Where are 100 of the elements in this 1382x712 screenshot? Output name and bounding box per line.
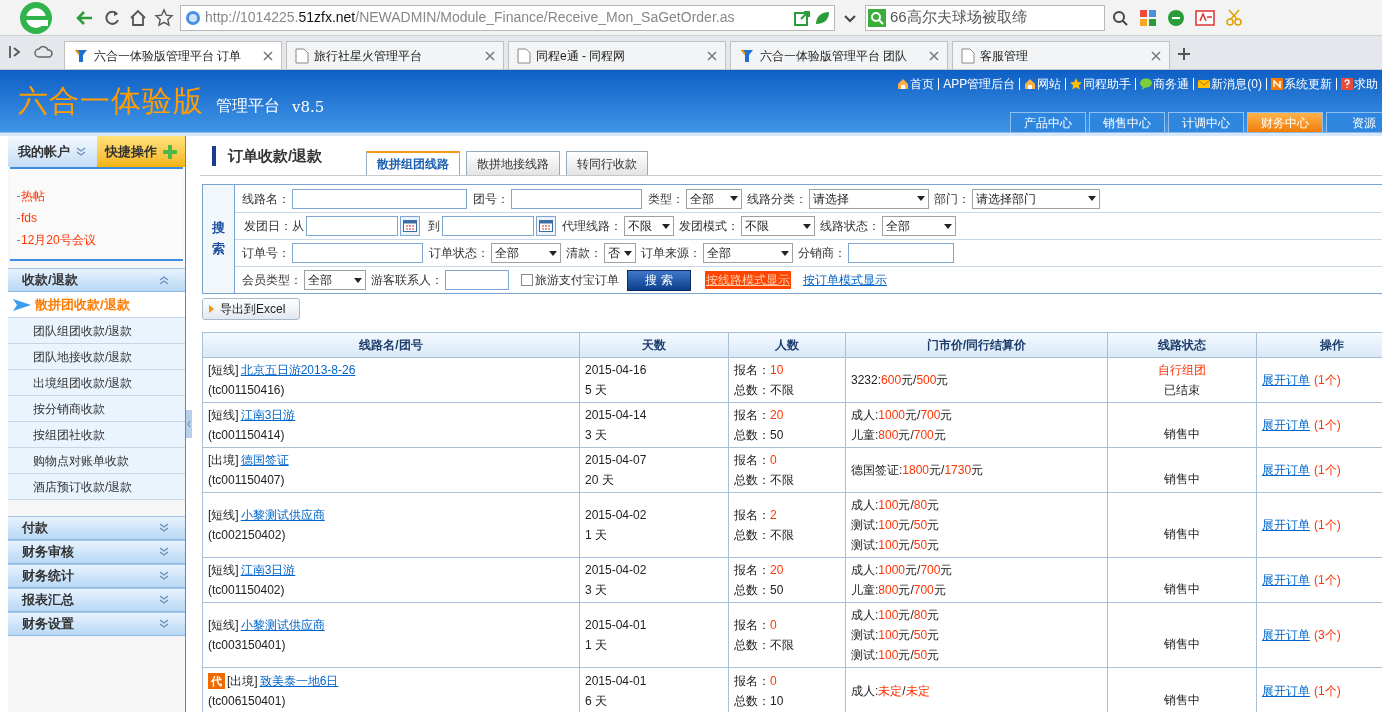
route-status: 销售中	[1164, 526, 1200, 543]
browser-tab[interactable]: 客服管理	[952, 41, 1170, 69]
header-link[interactable]: 首页	[893, 78, 939, 90]
dropdown[interactable]: 不限	[624, 216, 674, 236]
group-code: (tc002150402)	[208, 527, 286, 544]
header-link[interactable]: 商务通	[1135, 78, 1194, 90]
menu-item[interactable]: 按组团社收款	[8, 422, 185, 448]
search-field[interactable]: 66高尔夫球场被取缔	[865, 4, 1105, 31]
route-link[interactable]: 小黎测试供应商	[240, 505, 325, 525]
sidebar-tab[interactable]: 快捷操作	[96, 136, 185, 167]
browser-tab[interactable]: 同程e通 - 同程网	[508, 41, 726, 69]
route-type: [短线]	[208, 617, 239, 634]
menu-group[interactable]: 报表汇总	[8, 588, 185, 612]
page-tab[interactable]: 散拼地接线路	[466, 151, 561, 175]
header-link[interactable]: 网站	[1019, 78, 1066, 90]
route-type: [短线]	[208, 407, 239, 424]
expand-orders-link[interactable]: 展开订单	[1262, 626, 1310, 644]
menu-group[interactable]: 付款	[8, 516, 185, 540]
price-line: 成人:100元/80元	[851, 607, 940, 624]
page-tab[interactable]: 转同行收款	[566, 151, 649, 175]
departure-date: 2015-04-01	[585, 672, 647, 690]
field-label: 类型：	[648, 190, 684, 208]
route-status: 已结束	[1164, 382, 1200, 399]
nav-tab[interactable]: 计调中心	[1168, 112, 1244, 132]
total-label: 总数：	[734, 582, 770, 599]
dropdown[interactable]: 全部	[686, 188, 742, 209]
dropdown[interactable]: 请选择部门	[972, 188, 1100, 209]
dropdown[interactable]: 不限	[741, 216, 815, 236]
route-link[interactable]: 江南3日游	[240, 405, 296, 425]
browser-tab[interactable]: 旅行社星火管理平台	[286, 41, 504, 69]
notice-link[interactable]: 12月20号会议	[21, 231, 96, 249]
nav-tab[interactable]: 产品中心	[1010, 112, 1086, 132]
header-link[interactable]: 同程助手	[1065, 78, 1136, 90]
route-status: 销售中	[1164, 691, 1200, 709]
trip-days: 20 天	[585, 470, 614, 490]
nav-tab[interactable]: 销售中心	[1089, 112, 1165, 132]
menu-item[interactable]: 团队地接收款/退款	[8, 344, 185, 370]
notice-link[interactable]: 热帖	[21, 187, 45, 205]
dropdown[interactable]: 全部	[304, 270, 366, 290]
nav-tab[interactable]: 资源	[1326, 112, 1382, 132]
header-link[interactable]: 求助	[1336, 78, 1382, 90]
page-tab[interactable]: 散拼组团线路	[366, 151, 461, 175]
order-count: (1个)	[1314, 372, 1341, 389]
expand-orders-link[interactable]: 展开订单	[1262, 516, 1310, 534]
menu-item[interactable]: 按分销商收款	[8, 396, 185, 422]
route-status: 销售中	[1164, 471, 1200, 488]
dropdown[interactable]: 全部	[491, 243, 561, 263]
menu-group[interactable]: 财务设置	[8, 612, 185, 636]
expand-orders-link[interactable]: 展开订单	[1262, 681, 1310, 700]
route-link[interactable]: 北京五日游2013-8-26	[240, 360, 356, 380]
order-count: (1个)	[1314, 417, 1341, 434]
signup-count: 2	[770, 507, 777, 524]
app-subtitle: 管理平台	[216, 96, 280, 116]
price-line: 测试:100元/50元	[851, 647, 940, 664]
browser-tab[interactable]: 六合一体验版管理平台 订单	[64, 41, 282, 69]
menu-item[interactable]: 出境组团收款/退款	[8, 370, 185, 396]
expand-orders-link[interactable]: 展开订单	[1262, 416, 1310, 434]
total-label: 总数：	[734, 692, 770, 710]
menu-item[interactable]: 团队组团收款/退款	[8, 318, 185, 344]
column-header: 人数	[728, 332, 846, 358]
header-link[interactable]: 新消息(0)	[1193, 78, 1266, 90]
sidebar-tab[interactable]: 我的帐户	[8, 136, 97, 167]
menu-item[interactable]: 酒店预订收款/退款	[8, 474, 185, 500]
price-line: 成人:未定/未定	[851, 682, 930, 700]
checkbox-label: 旅游支付宝订单	[535, 272, 619, 289]
group-code: (tc001150416)	[208, 382, 285, 399]
notice-link[interactable]: fds	[21, 209, 37, 227]
route-link[interactable]: 致美泰一地6日	[259, 670, 339, 691]
menu-group[interactable]: 收款/退款	[8, 268, 185, 292]
view-mode-link[interactable]: 按订单模式显示	[803, 271, 887, 289]
search-button[interactable]: 搜 索	[627, 269, 691, 291]
expand-orders-link[interactable]: 展开订单	[1262, 571, 1310, 589]
total-count: 50	[770, 427, 784, 444]
field-label: 团号：	[473, 190, 509, 208]
order-count: (3个)	[1314, 627, 1341, 644]
signup-label: 报名：	[734, 562, 770, 579]
menu-group[interactable]: 财务审核	[8, 540, 185, 564]
header-link[interactable]: APP管理后台	[938, 78, 1020, 90]
menu-group[interactable]: 财务统计	[8, 564, 185, 588]
price-line: 测试:100元/50元	[851, 537, 940, 554]
dropdown[interactable]: 否	[604, 243, 636, 263]
dropdown[interactable]: 请选择	[809, 188, 929, 209]
trip-days: 3 天	[585, 425, 607, 445]
field-label: 线路名：	[242, 190, 290, 208]
route-link[interactable]: 江南3日游	[240, 560, 296, 580]
menu-item[interactable]: 购物点对账单收款	[8, 448, 185, 474]
signup-label: 报名：	[734, 362, 770, 379]
price-line: 儿童:800元/700元	[851, 427, 946, 444]
dropdown[interactable]: 全部	[882, 216, 956, 236]
browser-tab[interactable]: 六合一体验版管理平台 团队	[730, 41, 948, 69]
signup-count: 20	[770, 407, 784, 424]
route-link[interactable]: 德国签证	[240, 450, 289, 470]
export-button[interactable]: 导出到Excel	[202, 298, 300, 320]
header-link[interactable]: 系统更新	[1266, 78, 1336, 90]
price-line: 儿童:800元/700元	[851, 582, 946, 599]
expand-orders-link[interactable]: 展开订单	[1262, 371, 1310, 389]
route-link[interactable]: 小黎测试供应商	[240, 615, 325, 635]
address-bar[interactable]: http://1014225.51zfx.net/NEWADMIN/Module_Finance/Receive_Mon_SaGetOrder.as	[180, 4, 835, 31]
dropdown[interactable]: 全部	[703, 243, 793, 263]
expand-orders-link[interactable]: 展开订单	[1262, 461, 1310, 479]
